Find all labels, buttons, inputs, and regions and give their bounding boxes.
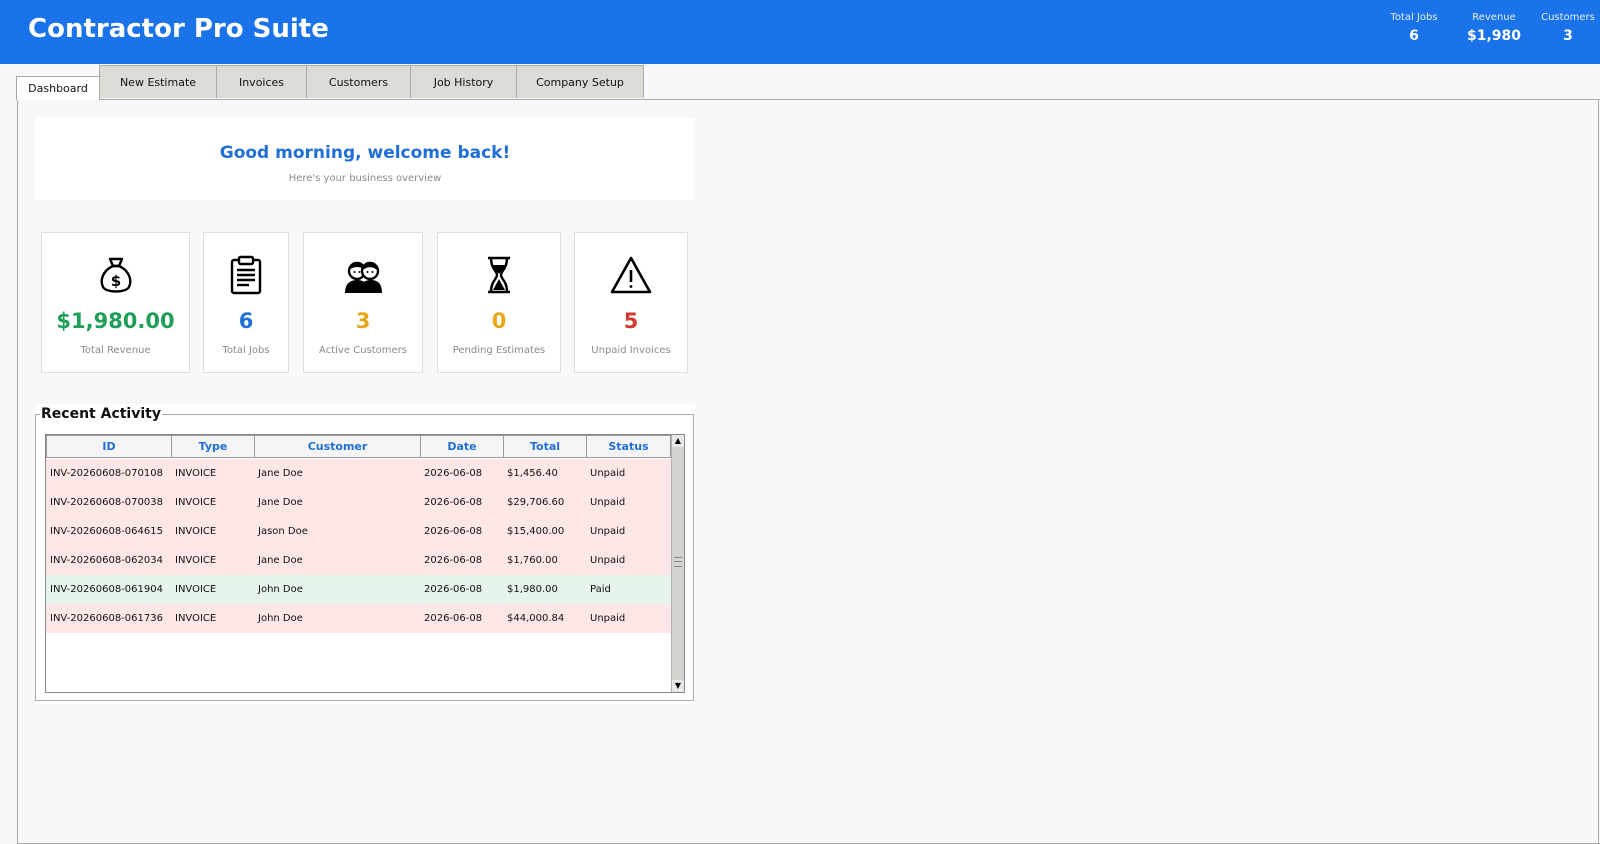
tab-company-setup[interactable]: Company Setup bbox=[516, 65, 644, 98]
welcome-banner: Good morning, welcome back! Here's your … bbox=[35, 117, 695, 200]
tab-invoices[interactable]: Invoices bbox=[216, 65, 307, 98]
welcome-title: Good morning, welcome back! bbox=[219, 143, 511, 163]
table-row[interactable]: INV-20260608-061904 INVOICE John Doe 202… bbox=[46, 575, 671, 604]
cell-type: INVOICE bbox=[175, 468, 217, 479]
cell-total: $1,760.00 bbox=[507, 555, 558, 566]
stat-card-active-customers: 3 Active Customers bbox=[303, 232, 423, 373]
cell-customer: Jason Doe bbox=[258, 526, 308, 537]
clipboard-icon bbox=[204, 253, 288, 297]
stat-value: 5 bbox=[623, 309, 639, 333]
cell-customer: Jane Doe bbox=[258, 555, 303, 566]
column-header-id[interactable]: ID bbox=[46, 435, 172, 458]
stat-card-total-jobs: 6 Total Jobs bbox=[203, 232, 289, 373]
column-header-status[interactable]: Status bbox=[586, 435, 671, 458]
cell-type: INVOICE bbox=[175, 584, 217, 595]
tab-dashboard[interactable]: Dashboard bbox=[16, 76, 100, 100]
stat-label: Total Revenue bbox=[80, 345, 151, 356]
welcome-subtitle: Here's your business overview bbox=[288, 173, 442, 184]
header-stat-revenue: Revenue $1,980 bbox=[1460, 12, 1528, 44]
cell-customer: John Doe bbox=[258, 584, 303, 595]
warning-icon bbox=[575, 253, 687, 297]
cell-customer: John Doe bbox=[258, 613, 303, 624]
cell-status: Unpaid bbox=[590, 468, 626, 479]
cell-date: 2026-06-08 bbox=[424, 468, 483, 479]
header-stat-value: $1,980 bbox=[1466, 28, 1522, 44]
stat-label: Unpaid Invoices bbox=[591, 345, 671, 356]
table-row[interactable]: INV-20260608-070108 INVOICE Jane Doe 202… bbox=[46, 459, 671, 488]
header-stat-label: Customers bbox=[1541, 12, 1595, 23]
table-header: ID Type Customer Date Total Status bbox=[46, 435, 671, 458]
cell-total: $29,706.60 bbox=[507, 497, 565, 508]
people-icon bbox=[304, 253, 422, 297]
tab-job-history[interactable]: Job History bbox=[410, 65, 517, 98]
panel-border bbox=[1598, 99, 1599, 844]
cell-status: Unpaid bbox=[590, 613, 626, 624]
cell-id: INV-20260608-062034 bbox=[50, 555, 163, 566]
table-row[interactable]: INV-20260608-070038 INVOICE Jane Doe 202… bbox=[46, 488, 671, 517]
column-header-type[interactable]: Type bbox=[171, 435, 255, 458]
column-header-customer[interactable]: Customer bbox=[254, 435, 421, 458]
stat-value: 6 bbox=[238, 309, 254, 333]
cell-total: $15,400.00 bbox=[507, 526, 565, 537]
cell-type: INVOICE bbox=[175, 526, 217, 537]
cell-status: Paid bbox=[590, 584, 611, 595]
cell-customer: Jane Doe bbox=[258, 468, 303, 479]
cell-date: 2026-06-08 bbox=[424, 584, 483, 595]
recent-activity-table[interactable]: ID Type Customer Date Total Status INV-2… bbox=[45, 434, 685, 693]
cell-type: INVOICE bbox=[175, 497, 217, 508]
app-title: Contractor Pro Suite bbox=[28, 14, 329, 44]
cell-status: Unpaid bbox=[590, 555, 626, 566]
column-header-date[interactable]: Date bbox=[420, 435, 504, 458]
cell-customer: Jane Doe bbox=[258, 497, 303, 508]
cell-id: INV-20260608-070038 bbox=[50, 497, 163, 508]
svg-text:$: $ bbox=[110, 272, 120, 290]
cell-total: $44,000.84 bbox=[507, 613, 565, 624]
header-stat-customers: Customers 3 bbox=[1536, 12, 1600, 44]
header-stat-value: 6 bbox=[1409, 28, 1419, 44]
stat-card-unpaid-invoices: 5 Unpaid Invoices bbox=[574, 232, 688, 373]
header-stat-label: Revenue bbox=[1472, 12, 1516, 23]
cell-date: 2026-06-08 bbox=[424, 613, 483, 624]
recent-activity-title: Recent Activity bbox=[40, 406, 162, 422]
cell-id: INV-20260608-061736 bbox=[50, 613, 163, 624]
stat-value: 3 bbox=[355, 309, 371, 333]
cell-status: Unpaid bbox=[590, 497, 626, 508]
cell-type: INVOICE bbox=[175, 555, 217, 566]
stat-card-pending-estimates: 0 Pending Estimates bbox=[437, 232, 561, 373]
header-stat-label: Total Jobs bbox=[1390, 12, 1438, 23]
cell-type: INVOICE bbox=[175, 613, 217, 624]
tab-customers[interactable]: Customers bbox=[306, 65, 411, 98]
table-row[interactable]: INV-20260608-064615 INVOICE Jason Doe 20… bbox=[46, 517, 671, 546]
header-stat-value: 3 bbox=[1563, 28, 1573, 44]
table-row[interactable]: INV-20260608-062034 INVOICE Jane Doe 202… bbox=[46, 546, 671, 575]
column-header-total[interactable]: Total bbox=[503, 435, 587, 458]
cell-date: 2026-06-08 bbox=[424, 497, 483, 508]
tab-new-estimate[interactable]: New Estimate bbox=[99, 65, 217, 98]
cell-date: 2026-06-08 bbox=[424, 555, 483, 566]
app-header: Contractor Pro Suite Total Jobs 6 Revenu… bbox=[0, 0, 1600, 64]
cell-status: Unpaid bbox=[590, 526, 626, 537]
money-bag-icon: $ bbox=[42, 253, 189, 297]
scroll-thumb-grip[interactable] bbox=[674, 557, 682, 567]
header-stat-total-jobs: Total Jobs 6 bbox=[1384, 12, 1444, 44]
table-row[interactable]: INV-20260608-061736 INVOICE John Doe 202… bbox=[46, 604, 671, 633]
table-scrollbar[interactable]: ▲ ▼ bbox=[671, 435, 684, 692]
stat-value: $1,980.00 bbox=[56, 309, 175, 333]
cell-date: 2026-06-08 bbox=[424, 526, 483, 537]
stat-card-total-revenue: $ $1,980.00 Total Revenue bbox=[41, 232, 190, 373]
hourglass-icon bbox=[438, 253, 560, 297]
stat-value: 0 bbox=[491, 309, 507, 333]
cell-id: INV-20260608-064615 bbox=[50, 526, 163, 537]
scroll-down-button[interactable]: ▼ bbox=[672, 680, 684, 692]
scroll-up-button[interactable]: ▲ bbox=[672, 435, 684, 447]
stat-label: Active Customers bbox=[319, 345, 407, 356]
cell-total: $1,456.40 bbox=[507, 468, 558, 479]
cell-id: INV-20260608-070108 bbox=[50, 468, 163, 479]
stat-label: Total Jobs bbox=[222, 345, 270, 356]
cell-total: $1,980.00 bbox=[507, 584, 558, 595]
cell-id: INV-20260608-061904 bbox=[50, 584, 163, 595]
stat-label: Pending Estimates bbox=[452, 345, 546, 356]
